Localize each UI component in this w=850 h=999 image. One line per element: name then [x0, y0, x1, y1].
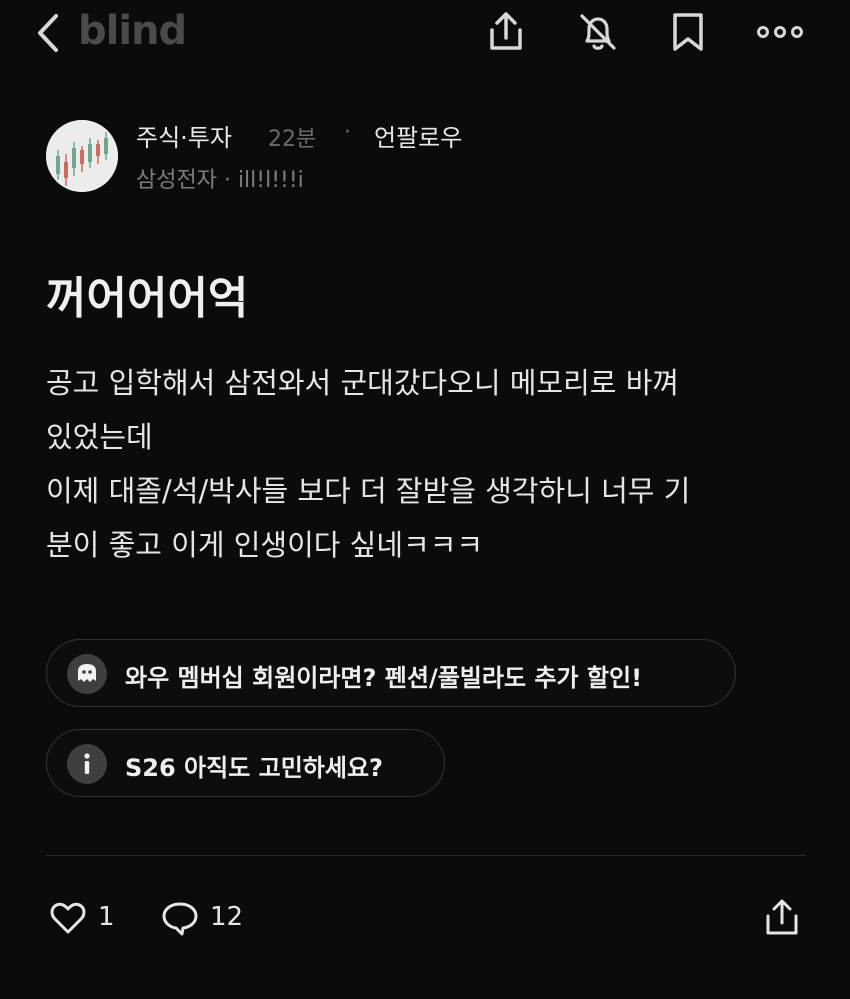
bookmark-icon	[673, 13, 703, 51]
more-button[interactable]	[756, 10, 803, 54]
promo-chip-membership[interactable]: 와우 멤버십 회원이라면? 펜션/풀빌라도 추가 할인!	[46, 639, 736, 707]
post-body-line: 분이 좋고 이게 인생이다 싶네ㅋㅋㅋ	[46, 528, 484, 562]
share-post-button[interactable]	[762, 888, 806, 948]
post-body-line: 공고 입학해서 삼전와서 군대갔다오니 메모리로 바껴	[46, 366, 680, 400]
top-bar: blind	[0, 0, 850, 64]
author-company: 삼성전자 · ill!l!!!i	[136, 168, 304, 193]
like-button[interactable]: 1	[48, 888, 128, 948]
post-body: 공고 입학해서 삼전와서 군대갔다오니 메모리로 바껴 있었는데 이제 대졸/석…	[46, 356, 816, 572]
promo-chip-label: 와우 멤버십 회원이라면? 펜션/풀빌라도 추가 할인!	[125, 664, 643, 692]
share-icon	[766, 899, 798, 935]
post-actions: 1 12	[0, 888, 850, 948]
promo-chip-s26[interactable]: S26 아직도 고민하세요?	[46, 729, 445, 797]
unfollow-button[interactable]: 언팔로우	[374, 118, 462, 153]
comment-count: 12	[210, 902, 244, 932]
post-author: 주식·투자 22분 · 언팔로우 삼성전자 · ill!l!!!i	[46, 118, 806, 198]
post-time: 22분	[268, 127, 317, 152]
post-body-line: 있었는데	[46, 420, 153, 454]
back-icon	[38, 14, 58, 52]
notification-toggle-button[interactable]	[576, 10, 620, 54]
heart-icon	[50, 902, 86, 934]
info-icon	[67, 744, 107, 784]
post-title: 꺼어어어억	[46, 273, 249, 324]
back-button[interactable]	[34, 12, 64, 54]
separator-dot: ·	[344, 120, 351, 145]
share-icon	[490, 12, 522, 50]
notification-off-icon	[580, 14, 616, 50]
like-count: 1	[98, 902, 115, 932]
candlestick-avatar-image	[46, 120, 118, 192]
bookmark-button[interactable]	[666, 10, 710, 54]
chat-bubble-icon	[67, 654, 107, 694]
avatar[interactable]	[46, 120, 118, 192]
channel-name[interactable]: 주식·투자	[136, 118, 232, 153]
promo-chip-label: S26 아직도 고민하세요?	[125, 754, 383, 782]
share-button[interactable]	[484, 10, 528, 54]
comment-icon	[162, 902, 198, 936]
more-icon	[757, 26, 803, 38]
divider	[46, 855, 806, 856]
app-logo: blind	[78, 8, 187, 54]
post-body-line: 이제 대졸/석/박사들 보다 더 잘받을 생각하니 너무 기	[46, 474, 691, 508]
comment-button[interactable]: 12	[160, 888, 260, 948]
